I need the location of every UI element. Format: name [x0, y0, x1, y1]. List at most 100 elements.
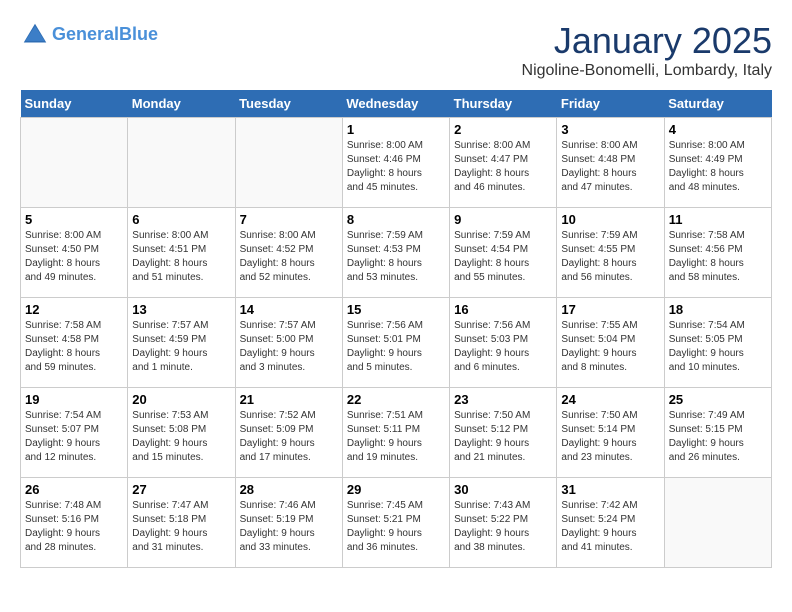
calendar-cell	[21, 118, 128, 208]
day-number: 17	[561, 302, 659, 317]
day-number: 5	[25, 212, 123, 227]
day-info: Sunrise: 7:50 AM Sunset: 5:14 PM Dayligh…	[561, 409, 659, 465]
calendar-cell: 19 Sunrise: 7:54 AM Sunset: 5:07 PM Dayli…	[21, 388, 128, 478]
logo-line1: General	[52, 24, 119, 44]
calendar-cell: 2 Sunrise: 8:00 AM Sunset: 4:47 PM Daylig…	[450, 118, 557, 208]
day-info: Sunrise: 7:57 AM Sunset: 5:00 PM Dayligh…	[240, 319, 338, 375]
day-info: Sunrise: 7:58 AM Sunset: 4:58 PM Dayligh…	[25, 319, 123, 375]
calendar-cell: 27 Sunrise: 7:47 AM Sunset: 5:18 PM Dayli…	[128, 478, 235, 568]
day-number: 16	[454, 302, 552, 317]
day-number: 20	[132, 392, 230, 407]
day-info: Sunrise: 7:54 AM Sunset: 5:07 PM Dayligh…	[25, 409, 123, 465]
day-info: Sunrise: 7:58 AM Sunset: 4:56 PM Dayligh…	[669, 229, 767, 285]
day-number: 12	[25, 302, 123, 317]
calendar-cell: 3Sunrise: 8:00 AM Sunset: 4:48 PM Daylig…	[557, 118, 664, 208]
day-info: Sunrise: 8:00 AM Sunset: 4:47 PM Dayligh…	[454, 139, 552, 195]
day-number: 26	[25, 482, 123, 497]
calendar-cell: 1 Sunrise: 8:00 AM Sunset: 4:46 PM Daylig…	[342, 118, 449, 208]
week-row-5: 26 Sunrise: 7:48 AM Sunset: 5:16 PM Dayli…	[21, 478, 772, 568]
day-info: Sunrise: 7:51 AM Sunset: 5:11 PM Dayligh…	[347, 409, 445, 465]
day-info: Sunrise: 7:47 AM Sunset: 5:18 PM Dayligh…	[132, 499, 230, 555]
day-number: 19	[25, 392, 123, 407]
day-info: Sunrise: 7:48 AM Sunset: 5:16 PM Dayligh…	[25, 499, 123, 555]
calendar-cell: 17 Sunrise: 7:55 AM Sunset: 5:04 PM Dayli…	[557, 298, 664, 388]
day-header-thursday: Thursday	[450, 90, 557, 118]
calendar-cell: 21 Sunrise: 7:52 AM Sunset: 5:09 PM Dayli…	[235, 388, 342, 478]
logo: GeneralBlue	[20, 20, 158, 50]
day-number: 10	[561, 212, 659, 227]
calendar-cell: 5 Sunrise: 8:00 AM Sunset: 4:50 PM Daylig…	[21, 208, 128, 298]
day-info: Sunrise: 7:53 AM Sunset: 5:08 PM Dayligh…	[132, 409, 230, 465]
day-info: Sunrise: 7:46 AM Sunset: 5:19 PM Dayligh…	[240, 499, 338, 555]
calendar-cell	[235, 118, 342, 208]
calendar-cell: 25 Sunrise: 7:49 AM Sunset: 5:15 PM Dayli…	[664, 388, 771, 478]
header: GeneralBlue January 2025 Nigoline-Bonome…	[20, 20, 772, 80]
day-info: Sunrise: 8:00 AM Sunset: 4:49 PM Dayligh…	[669, 139, 767, 195]
day-info: Sunrise: 7:50 AM Sunset: 5:12 PM Dayligh…	[454, 409, 552, 465]
day-info: Sunrise: 7:42 AM Sunset: 5:24 PM Dayligh…	[561, 499, 659, 555]
calendar-cell: 9Sunrise: 7:59 AM Sunset: 4:54 PM Daylig…	[450, 208, 557, 298]
logo-icon	[20, 20, 50, 50]
day-number: 4	[669, 122, 767, 137]
calendar-cell	[664, 478, 771, 568]
calendar-cell: 6 Sunrise: 8:00 AM Sunset: 4:51 PM Daylig…	[128, 208, 235, 298]
day-number: 31	[561, 482, 659, 497]
calendar-cell: 8 Sunrise: 7:59 AM Sunset: 4:53 PM Daylig…	[342, 208, 449, 298]
calendar-title: January 2025	[522, 20, 772, 62]
title-section: January 2025 Nigoline-Bonomelli, Lombard…	[522, 20, 772, 80]
week-row-3: 12 Sunrise: 7:58 AM Sunset: 4:58 PM Dayli…	[21, 298, 772, 388]
day-info: Sunrise: 7:59 AM Sunset: 4:55 PM Dayligh…	[561, 229, 659, 285]
calendar-cell: 18 Sunrise: 7:54 AM Sunset: 5:05 PM Dayli…	[664, 298, 771, 388]
day-number: 25	[669, 392, 767, 407]
day-info: Sunrise: 8:00 AM Sunset: 4:51 PM Dayligh…	[132, 229, 230, 285]
week-row-2: 5 Sunrise: 8:00 AM Sunset: 4:50 PM Daylig…	[21, 208, 772, 298]
day-number: 1	[347, 122, 445, 137]
day-number: 2	[454, 122, 552, 137]
day-info: Sunrise: 7:59 AM Sunset: 4:53 PM Dayligh…	[347, 229, 445, 285]
logo-text: GeneralBlue	[52, 25, 158, 45]
day-number: 3	[561, 122, 659, 137]
day-number: 9	[454, 212, 552, 227]
day-info: Sunrise: 8:00 AM Sunset: 4:46 PM Dayligh…	[347, 139, 445, 195]
day-number: 8	[347, 212, 445, 227]
day-info: Sunrise: 7:49 AM Sunset: 5:15 PM Dayligh…	[669, 409, 767, 465]
calendar-cell: 20 Sunrise: 7:53 AM Sunset: 5:08 PM Dayli…	[128, 388, 235, 478]
day-number: 29	[347, 482, 445, 497]
day-info: Sunrise: 7:55 AM Sunset: 5:04 PM Dayligh…	[561, 319, 659, 375]
day-info: Sunrise: 7:56 AM Sunset: 5:03 PM Dayligh…	[454, 319, 552, 375]
calendar-cell: 15Sunrise: 7:56 AM Sunset: 5:01 PM Dayli…	[342, 298, 449, 388]
calendar-cell: 14Sunrise: 7:57 AM Sunset: 5:00 PM Dayli…	[235, 298, 342, 388]
day-info: Sunrise: 8:00 AM Sunset: 4:50 PM Dayligh…	[25, 229, 123, 285]
calendar-cell: 30Sunrise: 7:43 AM Sunset: 5:22 PM Dayli…	[450, 478, 557, 568]
day-info: Sunrise: 7:52 AM Sunset: 5:09 PM Dayligh…	[240, 409, 338, 465]
day-info: Sunrise: 7:45 AM Sunset: 5:21 PM Dayligh…	[347, 499, 445, 555]
day-info: Sunrise: 7:43 AM Sunset: 5:22 PM Dayligh…	[454, 499, 552, 555]
day-number: 27	[132, 482, 230, 497]
week-row-4: 19 Sunrise: 7:54 AM Sunset: 5:07 PM Dayli…	[21, 388, 772, 478]
day-header-monday: Monday	[128, 90, 235, 118]
day-number: 21	[240, 392, 338, 407]
day-number: 23	[454, 392, 552, 407]
calendar-cell: 28 Sunrise: 7:46 AM Sunset: 5:19 PM Dayli…	[235, 478, 342, 568]
day-info: Sunrise: 7:56 AM Sunset: 5:01 PM Dayligh…	[347, 319, 445, 375]
calendar-cell: 13Sunrise: 7:57 AM Sunset: 4:59 PM Dayli…	[128, 298, 235, 388]
day-number: 24	[561, 392, 659, 407]
calendar-cell: 22 Sunrise: 7:51 AM Sunset: 5:11 PM Dayli…	[342, 388, 449, 478]
day-header-sunday: Sunday	[21, 90, 128, 118]
calendar-cell: 26 Sunrise: 7:48 AM Sunset: 5:16 PM Dayli…	[21, 478, 128, 568]
day-number: 6	[132, 212, 230, 227]
days-header-row: SundayMondayTuesdayWednesdayThursdayFrid…	[21, 90, 772, 118]
calendar-cell: 23 Sunrise: 7:50 AM Sunset: 5:12 PM Dayli…	[450, 388, 557, 478]
day-info: Sunrise: 7:57 AM Sunset: 4:59 PM Dayligh…	[132, 319, 230, 375]
calendar-cell: 10 Sunrise: 7:59 AM Sunset: 4:55 PM Dayli…	[557, 208, 664, 298]
calendar-cell: 12 Sunrise: 7:58 AM Sunset: 4:58 PM Dayli…	[21, 298, 128, 388]
day-header-friday: Friday	[557, 90, 664, 118]
day-number: 22	[347, 392, 445, 407]
day-header-saturday: Saturday	[664, 90, 771, 118]
day-number: 28	[240, 482, 338, 497]
day-number: 18	[669, 302, 767, 317]
calendar-cell: 4 Sunrise: 8:00 AM Sunset: 4:49 PM Daylig…	[664, 118, 771, 208]
day-info: Sunrise: 7:54 AM Sunset: 5:05 PM Dayligh…	[669, 319, 767, 375]
day-number: 7	[240, 212, 338, 227]
calendar-subtitle: Nigoline-Bonomelli, Lombardy, Italy	[522, 62, 772, 80]
